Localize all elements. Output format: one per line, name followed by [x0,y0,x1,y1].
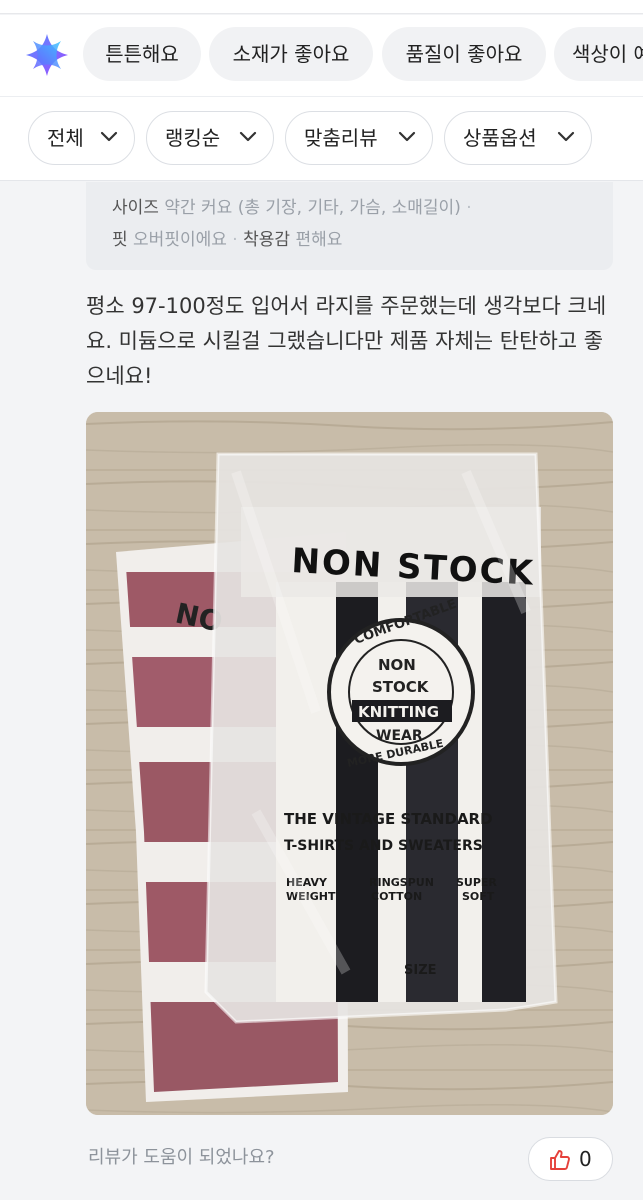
filter-label: 랭킹순 [165,126,221,150]
chevron-down-icon [557,131,575,142]
spec-key: 사이즈 [112,198,159,218]
feature-text: COTTON [371,890,422,903]
spec-value: 약간 커요 (총 기장, 기타, 가슴, 소매길이) [164,198,461,218]
like-count: 0 [579,1147,592,1171]
tag-line-1: THE VINTAGE STANDARD [284,810,493,828]
review-spec-box: 사이즈 약간 커요 (총 기장, 기타, 가슴, 소매길이) · 핏 오버핏이에… [86,182,613,270]
keyword-chip[interactable]: 품질이 좋아요 [382,27,546,81]
spec-key: 착용감 [243,230,291,250]
chevron-down-icon [239,131,257,142]
size-label-text: SIZE [404,963,437,978]
sparkle-star-icon [26,34,68,76]
spec-row-fit: 핏 오버핏이에요 · 착용감 편해요 [112,224,613,256]
chevron-down-icon [100,131,118,142]
separator-dot: · [232,230,238,250]
filter-bar: 전체 랭킹순 맞춤리뷰 상품옵션 [0,97,643,181]
feature-text: RINGSPUN [369,876,434,889]
review-text: 평소 97-100정도 입어서 라지를 주문했는데 생각보다 크네요. 미듐으로… [86,294,607,388]
seal-text: NON [378,656,416,674]
feature-text: SUPER [456,876,497,889]
separator-dot: · [466,198,472,218]
keyword-chip-bar[interactable]: 튼튼해요 소재가 좋아요 품질이 좋아요 색상이 예 [0,15,643,97]
keyword-chip[interactable]: 소재가 좋아요 [209,27,373,81]
front-package: COMFORTABLE NON STOCK KNITTING WEAR MORE… [204,452,558,1024]
filter-all[interactable]: 전체 [28,111,135,165]
top-divider [0,0,643,14]
review-item: 사이즈 약간 커요 (총 기장, 기타, 가슴, 소매길이) · 핏 오버핏이에… [0,182,643,1200]
thumbs-up-icon [550,1150,570,1170]
like-button[interactable]: 0 [528,1137,613,1181]
seal-text: KNITTING [358,703,439,721]
filter-ranking[interactable]: 랭킹순 [146,111,274,165]
filter-label: 상품옵션 [463,126,537,150]
filter-label: 전체 [47,126,84,150]
spec-value: 편해요 [295,230,343,250]
product-photo-illustration: NO COMFORTABLE NON STOCK KNITTING WEAR M… [86,412,613,1115]
keyword-chip[interactable]: 튼튼해요 [83,27,201,81]
spec-key: 핏 [112,230,128,250]
filter-product-option[interactable]: 상품옵션 [444,111,592,165]
spec-row-size: 사이즈 약간 커요 (총 기장, 기타, 가슴, 소매길이) · [112,192,613,224]
review-photo[interactable]: NO COMFORTABLE NON STOCK KNITTING WEAR M… [86,412,613,1115]
feature-text: SOFT [462,890,495,903]
helpful-question: 리뷰가 도움이 되었나요? [88,1147,275,1168]
seal-text: STOCK [372,678,430,696]
keyword-chip[interactable]: 색상이 예 [554,27,643,81]
tag-line-2: T-SHIRTS AND SWEATERS [284,838,483,854]
spec-value: 오버핏이에요 [133,230,227,250]
filter-label: 맞춤리뷰 [304,126,378,150]
filter-custom-review[interactable]: 맞춤리뷰 [285,111,433,165]
chevron-down-icon [398,131,416,142]
